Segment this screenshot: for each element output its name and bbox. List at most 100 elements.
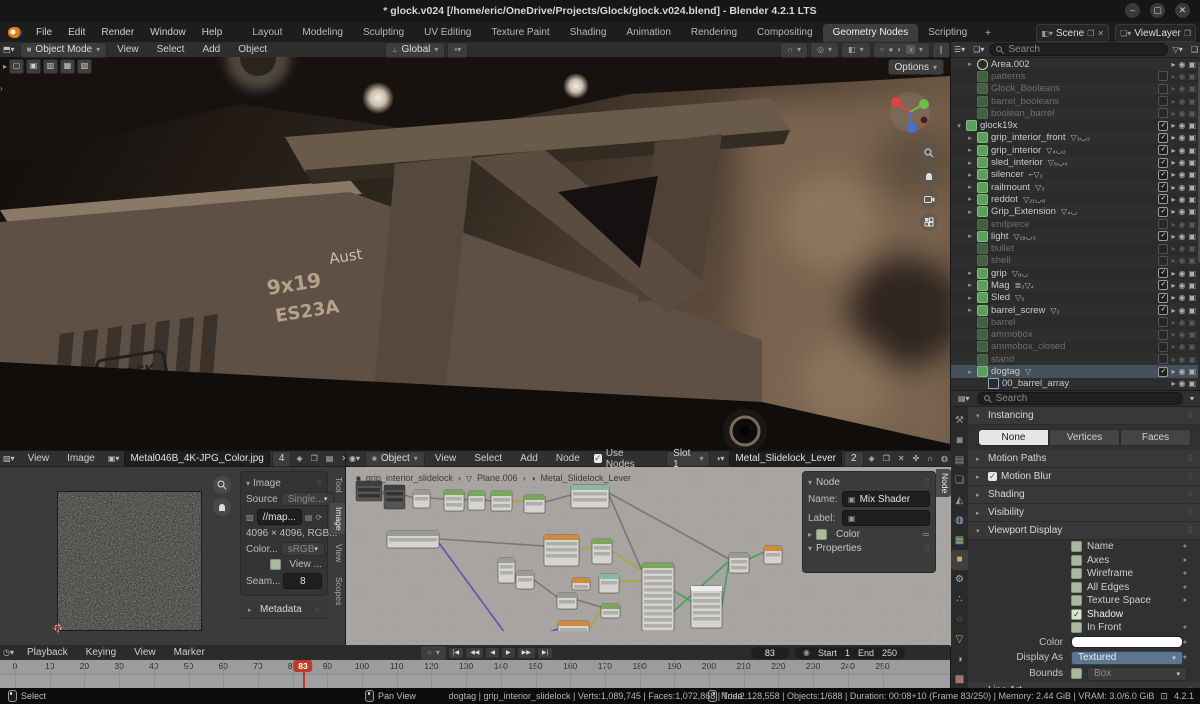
shader-node[interactable] (598, 573, 620, 594)
pin-icon[interactable]: ✜ (910, 454, 923, 463)
render-camera-icon[interactable]: ▣ (1188, 379, 1196, 388)
checkbox[interactable] (1071, 554, 1082, 566)
animate-dot[interactable]: ● (1183, 639, 1187, 646)
topbar-menu[interactable]: File (28, 27, 60, 38)
playback-button[interactable]: |◀ (448, 646, 465, 659)
snap-magnet-icon[interactable]: ∩ (924, 454, 936, 463)
outliner-row[interactable]: ▸ dogtag ▽ ▸ ◉ ▣ (951, 365, 1198, 378)
outliner-row[interactable]: Glock_Booleans ▸ ◉ ▣ (951, 82, 1198, 95)
workspace-tab[interactable]: Modeling (292, 24, 353, 42)
outliner-row[interactable]: patterns ▸ ◉ ▣ (951, 70, 1198, 82)
properties-tab[interactable]: ◑ (951, 649, 968, 669)
node-label-field[interactable]: ▣ (842, 510, 930, 526)
shader-node[interactable] (763, 545, 783, 565)
hide-eye-icon[interactable]: ◉ (1178, 281, 1185, 290)
hide-eye-icon[interactable]: ◉ (1178, 232, 1185, 241)
hide-eye-icon[interactable]: ◉ (1178, 97, 1185, 106)
display-as-dropdown[interactable]: Textured ▾ (1071, 650, 1183, 665)
hide-eye-icon[interactable]: ◉ (1178, 367, 1185, 376)
outliner-row[interactable]: bullet ▸ ◉ ▣ (951, 242, 1198, 255)
properties-tab[interactable]: ⚒ (951, 411, 968, 431)
sidebar-tab[interactable]: Image (330, 502, 345, 535)
collapsed-panel[interactable]: ▸✓ Motion Paths⠿ (968, 450, 1200, 468)
properties-editor-icon[interactable]: ▤▾ (955, 394, 973, 403)
sidebar-tab[interactable]: Tool (330, 473, 345, 497)
hide-eye-icon[interactable]: ◉ (1178, 355, 1185, 364)
color-swatch[interactable] (1071, 636, 1183, 648)
fake-user-icon[interactable]: ◈ (866, 454, 878, 463)
outliner-row[interactable]: ▸ Sled ▽₅ ▸ ◉ ▣ (951, 292, 1198, 304)
shader-node[interactable] (497, 557, 516, 584)
instancing-option[interactable]: None (978, 429, 1049, 446)
breadcrumb-object[interactable]: grip_interior_slidelock (366, 473, 453, 483)
current-frame-badge[interactable]: 83 (293, 660, 313, 672)
expand-arrow[interactable]: ▸ (966, 159, 974, 167)
viewport-3d[interactable]: 9x19 ES23A Aust GLOCK ⬒▾ ■Object Mode▾ V… (0, 42, 950, 450)
minimize-button[interactable]: – (1125, 3, 1140, 18)
colorspace-dropdown[interactable]: sRGB ▾ (280, 542, 325, 556)
shader-node[interactable] (571, 577, 591, 591)
exclude-checkbox[interactable] (1158, 231, 1169, 242)
shading-mode-icon[interactable]: ◐ (897, 45, 902, 54)
hide-eye-icon[interactable]: ◉ (1178, 170, 1185, 179)
image-name-field[interactable]: Metal046B_4K-JPG_Color.jpg (124, 450, 270, 467)
topbar-menu[interactable]: Help (194, 27, 231, 38)
outliner-row[interactable]: ▸ grip_interior_front ▽₃◡₂ ▸ ◉ ▣ (951, 131, 1198, 145)
render-camera-icon[interactable]: ▣ (1188, 97, 1196, 106)
hide-eye-icon[interactable]: ◉ (1178, 293, 1185, 302)
outliner-row[interactable]: ▸ sled_interior ▽₆◡₄ ▸ ◉ ▣ (951, 156, 1198, 169)
start-value[interactable]: 1 (845, 648, 850, 658)
shader-menu[interactable]: Node (548, 453, 588, 464)
pause-button[interactable]: ∥ (932, 42, 950, 58)
animate-dot[interactable]: ● (1183, 624, 1187, 631)
outliner-row[interactable]: shell ▸ ◉ ▣ (951, 254, 1198, 268)
end-value[interactable]: 250 (882, 648, 897, 658)
scene-copy-icon[interactable]: ❐ (1087, 29, 1094, 38)
node-name-field[interactable]: ▣ Mix Shader (842, 491, 930, 507)
selectable-icon[interactable]: ▸ (1171, 293, 1175, 302)
workspace-tab[interactable]: Sculpting (353, 24, 414, 42)
render-camera-icon[interactable]: ▣ (1188, 183, 1196, 192)
render-camera-icon[interactable]: ▣ (1188, 146, 1196, 155)
checkbox[interactable] (1071, 622, 1082, 634)
orientation-dropdown[interactable]: ⟂ Global ▾ (385, 42, 446, 58)
playback-button[interactable]: ◀◀ (465, 646, 485, 659)
render-camera-icon[interactable]: ▣ (1188, 60, 1196, 69)
hide-eye-icon[interactable]: ◉ (1178, 207, 1185, 216)
sidebar-tab[interactable]: Tool (936, 502, 951, 526)
blender-logo[interactable] (8, 26, 22, 38)
outliner-search-input[interactable]: Search (989, 43, 1168, 56)
properties-options-icon[interactable]: ▾ (1187, 394, 1197, 403)
selectable-icon[interactable]: ▸ (1171, 244, 1175, 253)
outliner-row[interactable]: stand ▸ ◉ ▣ (951, 353, 1198, 366)
render-camera-icon[interactable]: ▣ (1188, 269, 1196, 278)
animate-dot[interactable]: ● (1183, 584, 1187, 591)
workspace-tab[interactable]: Rendering (681, 24, 747, 42)
zoom-icon[interactable] (920, 144, 938, 162)
filepath-field[interactable]: //map... (256, 509, 302, 525)
exclude-checkbox[interactable] (1158, 341, 1169, 352)
exclude-checkbox[interactable] (1158, 206, 1169, 217)
viewport-header-icon[interactable]: ∩ ▾ (780, 42, 809, 58)
sidebar-tab[interactable]: Node (936, 469, 951, 498)
hide-eye-icon[interactable]: ◉ (1178, 72, 1185, 81)
bounds-checkbox[interactable] (1071, 668, 1082, 679)
viewport-header-icon[interactable]: ◎ ▾ (810, 42, 840, 58)
shading-mode-icon[interactable]: ◑ (906, 45, 915, 54)
selectable-icon[interactable]: ▸ (1171, 97, 1175, 106)
properties-tab[interactable]: ▩ (951, 669, 968, 689)
hide-eye-icon[interactable]: ◉ (1178, 379, 1185, 388)
material-name-field[interactable]: Metal_Slidelock_Lever (729, 450, 842, 467)
selectable-icon[interactable]: ▸ (1171, 232, 1175, 241)
outliner-row[interactable]: 00_barrel_array ▸ ◉ ▣ (951, 377, 1198, 390)
filter-icon[interactable]: ▽▾ (1170, 45, 1186, 54)
metadata-panel[interactable]: ▸ Metadata ⠿ (240, 601, 328, 619)
shader-node[interactable] (556, 592, 578, 610)
shader-node[interactable] (412, 489, 431, 509)
selectable-icon[interactable]: ▸ (1171, 281, 1175, 290)
editor-type-icon[interactable]: ◉▾ (346, 454, 363, 463)
pan-hand-icon[interactable] (213, 498, 231, 516)
shading-mode-icon[interactable]: ○ (880, 45, 885, 54)
sidebar-tab[interactable]: Node Wrangler (930, 605, 951, 647)
browse-folder-icon[interactable]: ▤ (323, 454, 337, 463)
